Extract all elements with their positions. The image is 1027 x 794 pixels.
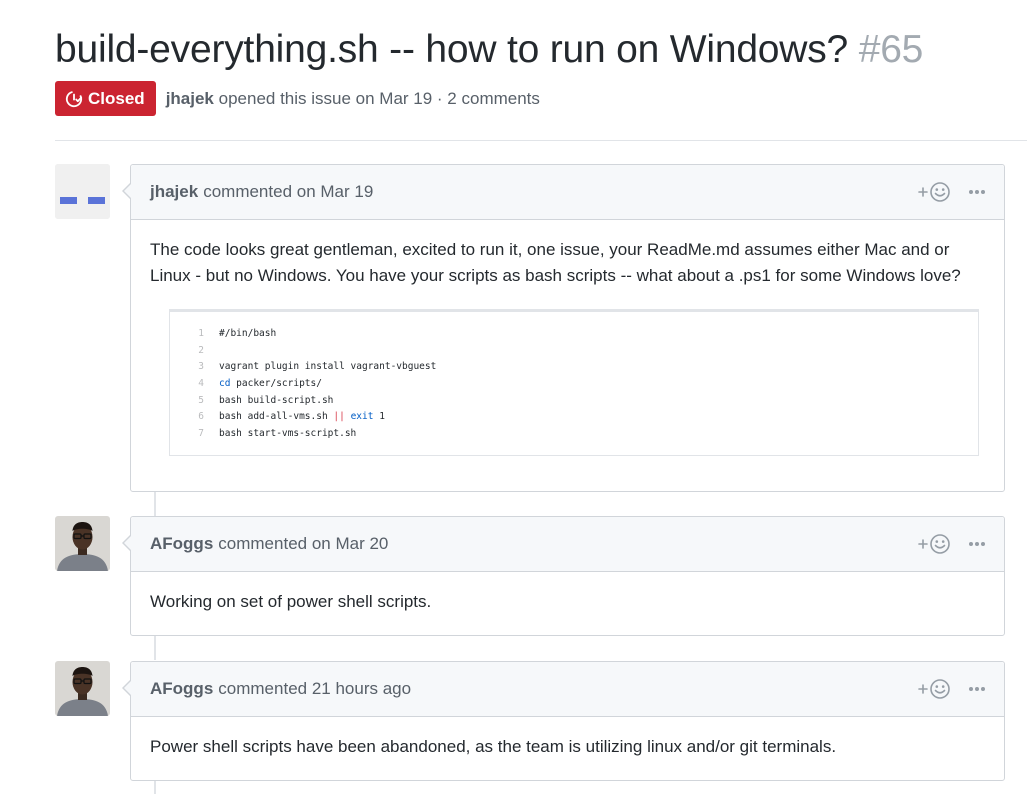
- issue-title-text: build-everything.sh -- how to run on Win…: [55, 28, 849, 71]
- code-token: cd: [219, 378, 231, 390]
- avatar[interactable]: [55, 516, 110, 571]
- timeline-connector: [154, 781, 156, 794]
- comment: jhajek commented on Mar 19 The code look…: [122, 164, 1005, 492]
- identicon-avatar: [55, 164, 110, 219]
- comment-text: The code looks great gentleman, excited …: [150, 240, 961, 285]
- kebab-horizontal-icon: [969, 190, 985, 194]
- comment-author-link[interactable]: AFoggs: [150, 534, 213, 554]
- comment-body: Working on set of power shell scripts.: [131, 572, 1004, 615]
- comment-header: AFoggs commented 21 hours ago: [131, 662, 1004, 717]
- timeline-connector: [154, 492, 156, 516]
- comment-body: Power shell scripts have been abandoned,…: [131, 717, 1004, 760]
- comment-author-link[interactable]: AFoggs: [150, 679, 213, 699]
- comment-timestamp[interactable]: commented 21 hours ago: [218, 679, 411, 699]
- code-text: cd packer/scripts/: [219, 376, 322, 393]
- code-line: 7 bash start-vms-script.sh: [170, 426, 978, 443]
- issue-page: build-everything.sh -- how to run on Win…: [0, 0, 1027, 794]
- code-block: 1 #/bin/bash 2 3 vagrant plugin install vagr…: [169, 309, 979, 456]
- comment: AFoggs commented on Mar 20 Working on se…: [122, 516, 1005, 636]
- add-reaction-button[interactable]: [918, 678, 952, 700]
- comment-actions: [918, 181, 986, 203]
- issue-closed-icon: [65, 90, 83, 107]
- comment-timestamp[interactable]: commented on Mar 19: [203, 182, 373, 202]
- state-badge: Closed: [55, 81, 156, 116]
- line-number[interactable]: 3: [170, 359, 219, 376]
- comment-timestamp[interactable]: commented on Mar 20: [218, 534, 388, 554]
- kebab-horizontal-icon: [969, 542, 985, 546]
- line-number[interactable]: 1: [170, 326, 219, 343]
- code-token: bash build-script.sh: [219, 394, 334, 406]
- line-number[interactable]: 5: [170, 393, 219, 410]
- issue-author-link[interactable]: jhajek: [166, 89, 214, 108]
- kebab-horizontal-icon: [969, 687, 985, 691]
- code-text: vagrant plugin install vagrant-vbguest: [219, 359, 436, 376]
- code-token: packer/scripts/: [230, 378, 322, 390]
- code-line: 1 #/bin/bash: [170, 326, 978, 343]
- comment-header: AFoggs commented on Mar 20: [131, 517, 1004, 572]
- code-text: #/bin/bash: [219, 326, 276, 343]
- code-text: bash start-vms-script.sh: [219, 426, 356, 443]
- code-line: 3 vagrant plugin install vagrant-vbguest: [170, 359, 978, 376]
- code-line: 2: [170, 343, 978, 360]
- code-token: #/bin/bash: [219, 328, 277, 339]
- comment-options-button[interactable]: [968, 541, 986, 547]
- issue-meta-text: jhajek opened this issue on Mar 19 · 2 c…: [166, 89, 540, 109]
- header-divider: [55, 140, 1027, 141]
- add-reaction-icon: [918, 679, 950, 699]
- comment-text: Power shell scripts have been abandoned,…: [150, 737, 837, 756]
- issue-meta: Closed jhajek opened this issue on Mar 1…: [55, 81, 540, 116]
- code-line: 6 bash add-all-vms.sh || exit 1: [170, 409, 978, 426]
- person-avatar: [55, 661, 110, 716]
- issue-title: build-everything.sh -- how to run on Win…: [55, 26, 923, 74]
- timeline-connector: [154, 636, 156, 660]
- issue-opened-text: opened this issue on Mar 19 · 2 comments: [218, 88, 540, 108]
- comment-text: Working on set of power shell scripts.: [150, 592, 432, 611]
- add-reaction-button[interactable]: [918, 181, 952, 203]
- issue-number: #65: [858, 28, 924, 71]
- add-reaction-icon: [918, 182, 950, 202]
- avatar[interactable]: [55, 661, 110, 716]
- code-token: bash add-all-vms.sh: [219, 411, 334, 423]
- line-number[interactable]: 2: [170, 343, 219, 360]
- code-token: vagrant plugin install vagrant-vbguest: [219, 361, 437, 373]
- line-number[interactable]: 6: [170, 409, 219, 426]
- comment-body: The code looks great gentleman, excited …: [131, 220, 1004, 456]
- line-number[interactable]: 4: [170, 376, 219, 393]
- code-token: 1: [373, 411, 385, 423]
- comment-options-button[interactable]: [968, 189, 986, 195]
- person-avatar: [55, 516, 110, 571]
- code-line: 5 bash build-script.sh: [170, 393, 978, 410]
- comment-header: jhajek commented on Mar 19: [131, 165, 1004, 220]
- code-text: bash add-all-vms.sh || exit 1: [219, 409, 385, 426]
- code-token: exit: [350, 411, 374, 423]
- avatar[interactable]: [55, 164, 110, 219]
- comment-author-link[interactable]: jhajek: [150, 182, 198, 202]
- code-line: 4 cd packer/scripts/: [170, 376, 978, 393]
- add-reaction-icon: [918, 534, 950, 554]
- comment-actions: [918, 533, 986, 555]
- comment-actions: [918, 678, 986, 700]
- comment-options-button[interactable]: [968, 686, 986, 692]
- code-token: ||: [333, 411, 345, 423]
- line-number[interactable]: 7: [170, 426, 219, 443]
- code-text: bash build-script.sh: [219, 393, 333, 410]
- state-label: Closed: [88, 88, 145, 108]
- comment: AFoggs commented 21 hours ago Power shel…: [122, 661, 1005, 781]
- add-reaction-button[interactable]: [918, 533, 952, 555]
- code-token: bash start-vms-script.sh: [219, 428, 357, 440]
